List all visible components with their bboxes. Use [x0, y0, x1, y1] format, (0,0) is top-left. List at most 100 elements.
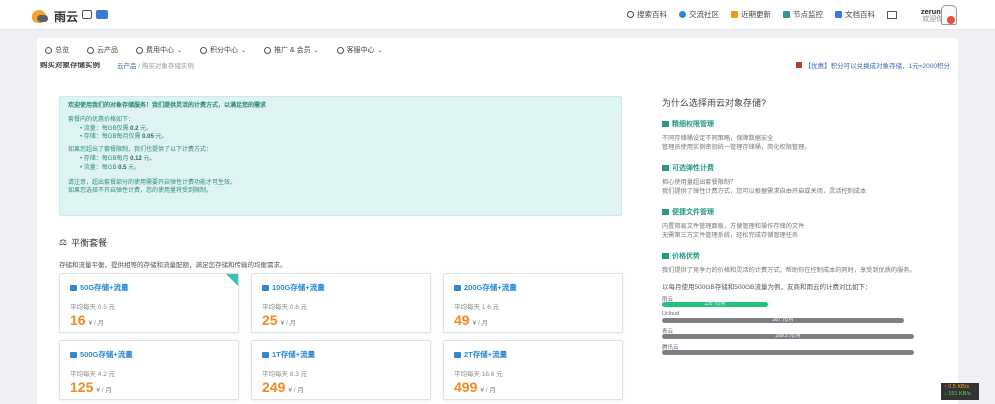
avg-value: 4.2 元 — [97, 371, 116, 378]
chevron-down-icon: ⌄ — [377, 47, 383, 54]
menu-billing[interactable]: 费用中心 ⌄ — [136, 45, 182, 55]
app-icon[interactable] — [96, 10, 108, 19]
compare-row: 腾讯云 — [662, 343, 942, 355]
plan-price: 249 ¥ / 月 — [262, 379, 304, 395]
list-item: 存储：每GB每月仅需 0.05 元。 — [80, 133, 613, 142]
dashboard-icon — [45, 46, 52, 54]
logo-icon — [32, 9, 48, 23]
breadcrumb-link[interactable]: 云产品 — [117, 63, 137, 70]
avg-prefix: 平均每天 — [70, 371, 98, 378]
price-value: 25 — [262, 312, 278, 328]
item-text: 元。 — [138, 125, 153, 132]
plan-card[interactable]: 1T存储+流量 平均每天 8.3 元 249 ¥ / 月 — [251, 340, 431, 400]
storage-icon — [454, 284, 461, 291]
droplet-icon — [679, 11, 686, 18]
storage-icon — [454, 351, 461, 358]
menu-label: 总览 — [55, 47, 69, 54]
users-icon — [264, 46, 272, 54]
download-value: 151 KB/s — [948, 391, 971, 397]
plan-card[interactable]: 50G存储+流量 平均每天 0.5 元 16 ¥ / 月 — [59, 273, 239, 333]
breadcrumb: 购买对象存储实例 云产品 / 购买对象存储实例 【优惠】积分可以兑换成对象存储，… — [37, 62, 958, 74]
compare-bar: 125 元/月 — [662, 301, 768, 307]
nav-docs[interactable]: 文档百科 — [835, 9, 875, 20]
quota-list: 流量：每GB仅需 0.2 元。 存储：每GB每月仅需 0.05 元。 — [68, 125, 613, 143]
item-value: 0.12 — [130, 155, 142, 162]
compare-track: 299.5 元/月 — [662, 333, 914, 339]
feature-title: 精细权限管理 — [662, 119, 942, 129]
feature-desc: 无需第三方文件管理系统，轻松完成存储管理任务 — [662, 232, 799, 239]
compare-value: 125 元/月 — [704, 301, 726, 307]
nav-search[interactable]: 搜索百科 — [627, 9, 667, 20]
price-unit: ¥ / 月 — [280, 320, 297, 327]
feature-desc: 不同存储桶设定不同策略，保障数据安全 — [662, 135, 774, 142]
nav-updates[interactable]: 近期更新 — [731, 9, 771, 20]
feature-desc: 担心使用量超出套餐限制？ — [662, 179, 737, 186]
plan-card[interactable]: 100G存储+流量平均每天 0.8 元 25 ¥ / 月 — [251, 273, 431, 333]
plan-title: 1T存储+流量 — [262, 349, 315, 360]
network-speed: ↑ 0.5 KB/s ↓ 151 KB/s — [941, 383, 979, 400]
price-value: 125 — [70, 379, 94, 395]
nav-monitor[interactable]: 节点监控 — [783, 9, 823, 20]
image-icon[interactable] — [82, 10, 92, 19]
flag-icon — [795, 62, 802, 68]
chevron-down-icon: ⌄ — [241, 47, 247, 54]
menu-label: 积分中心 — [210, 47, 239, 54]
compare-row: 青云 299.5 元/月 — [662, 327, 942, 339]
upload-value: 0.5 KB/s — [948, 384, 970, 390]
avg-prefix: 平均每天 — [454, 304, 482, 311]
folder-icon — [662, 209, 669, 215]
feature-title-text: 价格优势 — [672, 253, 700, 260]
plan-card[interactable]: 200G存储+流量 平均每天 1.6 元 49 ¥ / 月 — [443, 273, 623, 333]
main-panel: 欢迎使用我们的对象存储服务！我们提供灵活的计费方式，以满足您的需求 套餐内的优惠… — [37, 74, 958, 404]
avg-value: 0.8 元 — [289, 304, 308, 311]
feature-desc: 我们提供了弹性计费方式，您可以根据需求自由开启或关闭，灵活控制成本 — [662, 188, 867, 195]
feature-title-text: 精细权限管理 — [672, 121, 714, 128]
plan-name: 100G存储+流量 — [272, 283, 325, 292]
menu-overview[interactable]: 总览 — [45, 45, 69, 55]
feature-title-text: 可选弹性计费 — [672, 165, 714, 172]
plan-card[interactable]: 500G存储+流量 平均每天 4.2 元 125 ¥ / 月 — [59, 340, 239, 400]
top-nav: 搜索百科 交流社区 近期更新 节点监控 文档百科 — [627, 9, 875, 20]
plan-card[interactable]: 2T存储+流量 平均每天 16.6 元 499 ¥ / 月 — [443, 340, 623, 400]
sidebar: 为什么选择雨云对象存储? 精细权限管理 不同存储桶设定不同策略，保障数据安全 管… — [662, 96, 942, 359]
cloud-icon — [87, 46, 94, 54]
item-text: 元。 — [153, 134, 168, 141]
menu-label: 推广 & 会员 — [274, 47, 311, 54]
item-text: 流量：每GB仅需 — [83, 125, 131, 132]
upload-speed: ↑ 0.5 KB/s — [944, 384, 970, 390]
nav-community[interactable]: 交流社区 — [679, 9, 719, 20]
avg-prefix: 平均每天 — [262, 371, 290, 378]
pricing-notice: 欢迎使用我们的对象存储服务！我们提供灵活的计费方式，以满足您的需求 套餐内的优惠… — [59, 96, 622, 216]
breadcrumb-path: 云产品 / 购买对象存储实例 — [117, 63, 194, 70]
list-item: 存储：每GB每月 0.12 元。 — [80, 155, 613, 164]
menu-points[interactable]: 积分中心 ⌄ — [200, 45, 246, 55]
menu-cloud[interactable]: 云产品 — [87, 45, 118, 55]
mail-icon[interactable] — [887, 11, 897, 19]
plan-daily-avg: 平均每天 0.8 元 — [262, 301, 307, 311]
compare-value: 299.5 元/月 — [775, 333, 801, 339]
plan-price: 16 ¥ / 月 — [70, 312, 104, 328]
feature-title-text: 便捷文件管理 — [672, 209, 714, 216]
storage-icon — [70, 284, 77, 291]
menu-support[interactable]: 客服中心 ⌄ — [336, 45, 383, 55]
price-value: 16 — [70, 312, 86, 328]
nav-label: 搜索百科 — [637, 10, 667, 19]
shield-icon — [662, 121, 669, 127]
avg-value: 16.6 元 — [481, 371, 503, 378]
price-unit: ¥ / 月 — [88, 320, 105, 327]
points-icon — [200, 46, 208, 54]
overage-intro: 如果您超出了套餐限制，我们也提供了以下计费方式： — [68, 147, 213, 154]
plan-name: 1T存储+流量 — [272, 350, 316, 359]
plan-name: 200G存储+流量 — [464, 283, 517, 292]
overage-list: 存储：每GB每月 0.12 元。 流量：每GB 0.5 元。 — [68, 155, 613, 173]
storage-icon — [262, 351, 269, 358]
scale-icon: ⚖ — [59, 237, 68, 247]
item-text: 存储：每GB每月仅需 — [83, 134, 143, 141]
feature-desc: 我们提供了竞争力的价格和灵活的计费方式，帮助你在控制成本的同时，享受到优质的服务… — [662, 267, 916, 274]
plan-daily-avg: 平均每天 0.5 元 — [70, 301, 115, 311]
menu-promo[interactable]: 推广 & 会员 ⌄ — [264, 45, 319, 55]
price-unit: ¥ / 月 — [96, 387, 112, 394]
storage-icon — [262, 284, 269, 291]
promo-link[interactable]: 【优惠】积分可以兑换成对象存储，1元=2000积分 — [795, 62, 950, 70]
logo[interactable]: 雨云 — [32, 7, 78, 25]
